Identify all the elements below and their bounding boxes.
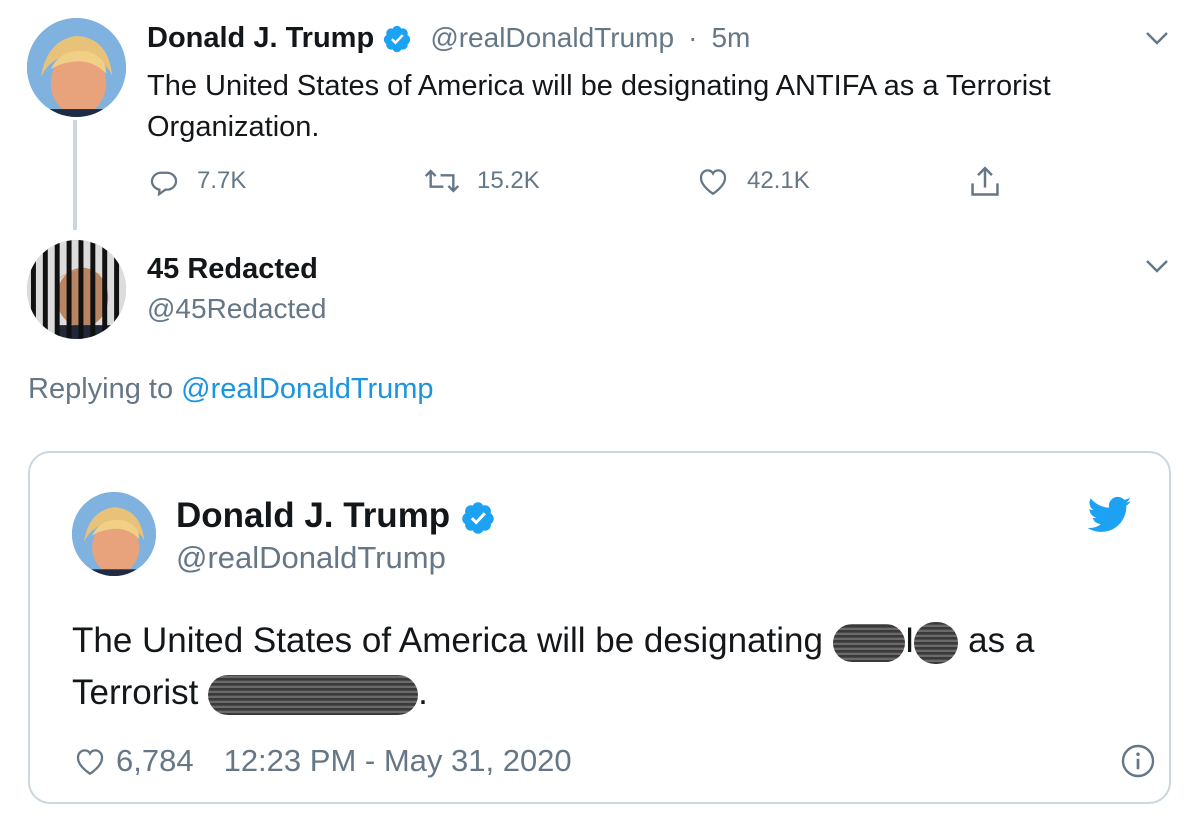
embedded-author-row: Donald J. Trump: [176, 496, 496, 536]
avatar-45redacted[interactable]: [27, 240, 126, 339]
like-button[interactable]: 42.1K: [695, 164, 810, 198]
embedded-timestamp[interactable]: 12:23 PM - May 31, 2020: [224, 743, 572, 779]
embedded-tweet-text: The United States of America will be des…: [72, 615, 1132, 719]
twitter-bird-button[interactable]: [1087, 496, 1132, 539]
chevron-down-icon: [1146, 260, 1168, 273]
embedded-text-line2: Terrorist: [72, 673, 199, 712]
redaction-mark: [832, 623, 905, 662]
tweet-menu-button[interactable]: [1144, 28, 1170, 53]
replying-prefix: Replying to: [28, 373, 174, 405]
like-count: 42.1K: [747, 167, 810, 194]
reply-menu-button[interactable]: [1144, 256, 1170, 281]
chevron-down-icon: [1146, 32, 1168, 45]
embedded-like-count: 6,784: [116, 743, 194, 778]
reply-count: 7.7K: [197, 167, 247, 194]
tweet-time[interactable]: 5m: [711, 22, 750, 53]
reply-icon: [150, 171, 178, 197]
redaction-mark: [914, 621, 959, 664]
tweet-author-handle[interactable]: @realDonaldTrump: [430, 22, 674, 53]
info-icon: [1121, 744, 1155, 778]
avatar-image: [27, 240, 126, 339]
embedded-text-part1: The United States of America will be des…: [72, 621, 823, 660]
info-button[interactable]: [1120, 743, 1156, 784]
replying-handle-link[interactable]: @realDonaldTrump: [181, 373, 433, 405]
retweet-count: 15.2K: [477, 167, 540, 194]
retweet-icon: [424, 169, 460, 193]
like-icon[interactable]: [72, 744, 108, 778]
tweet-text: The United States of America will be des…: [147, 70, 1051, 143]
tweet-author-name[interactable]: Donald J. Trump: [147, 22, 374, 54]
like-icon: [699, 169, 727, 196]
avatar-image: [27, 18, 126, 117]
avatar-trump[interactable]: [27, 18, 126, 117]
embedded-footer: 6,784 12:23 PM - May 31, 2020: [72, 743, 572, 779]
reply-button[interactable]: 7.7K: [147, 164, 246, 198]
verified-badge-icon: [384, 26, 411, 53]
twitter-bird-icon: [1087, 496, 1132, 532]
embedded-author-handle[interactable]: @realDonaldTrump: [176, 540, 446, 576]
reply-author-name[interactable]: 45 Redacted: [147, 253, 318, 286]
embedded-avatar[interactable]: [72, 492, 156, 576]
embedded-author-name[interactable]: Donald J. Trump: [176, 496, 450, 535]
tweet-separator: ·: [688, 22, 698, 53]
redaction-mark: [208, 674, 419, 715]
embedded-text-part2: as a: [968, 621, 1035, 660]
verified-badge-icon: [462, 502, 494, 534]
embedded-text-mid: I: [904, 621, 915, 660]
replying-to: Replying to @realDonaldTrump: [28, 373, 434, 406]
tweet-author-row: Donald J. Trump @realDonaldTrump · 5m: [147, 22, 750, 55]
embedded-text-end: .: [418, 673, 428, 712]
reply-author-handle[interactable]: @45Redacted: [147, 293, 326, 325]
share-icon: [971, 166, 999, 196]
avatar-image: [72, 492, 156, 576]
share-button[interactable]: [968, 164, 1018, 200]
thread-connector: [73, 120, 77, 230]
retweet-button[interactable]: 15.2K: [423, 164, 540, 198]
